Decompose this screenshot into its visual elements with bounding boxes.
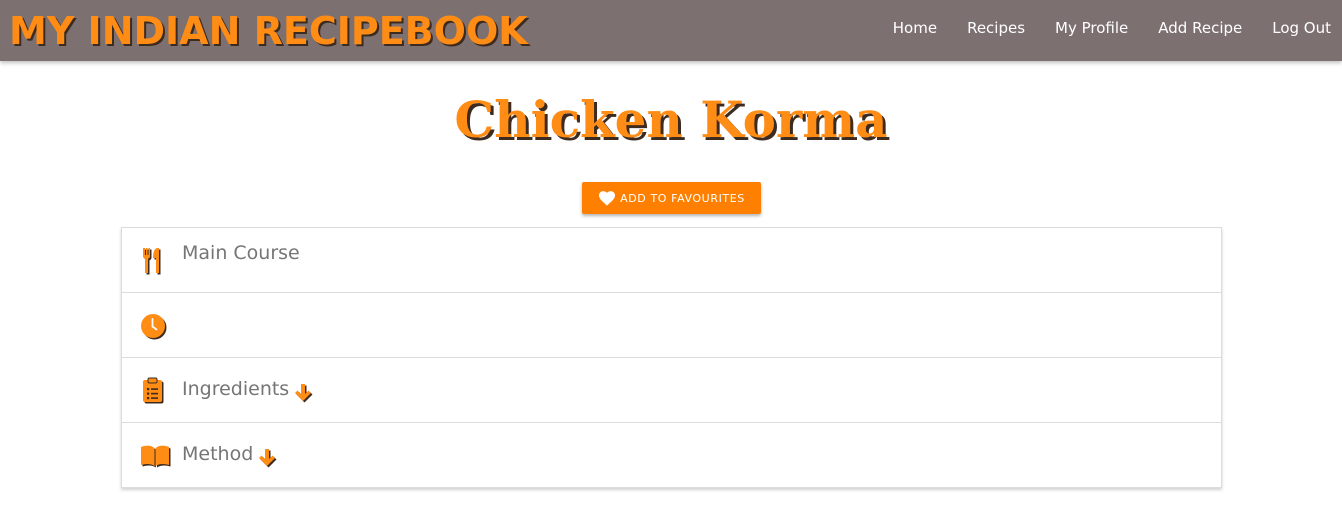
- nav-link-log-out[interactable]: Log Out: [1272, 19, 1331, 37]
- arrow-down-icon[interactable]: [293, 382, 317, 406]
- navbar: MY INDIAN RECIPEBOOK Home Recipes My Pro…: [0, 0, 1342, 61]
- ingredients-label: Ingredients: [182, 372, 317, 406]
- cutlery-icon: [140, 247, 168, 275]
- detail-row-category: Main Course: [122, 228, 1221, 293]
- nav-link-home[interactable]: Home: [893, 19, 937, 37]
- detail-row-time: [122, 293, 1221, 358]
- method-text: Method: [182, 443, 254, 465]
- nav-link-my-profile[interactable]: My Profile: [1055, 19, 1128, 37]
- ingredients-text: Ingredients: [182, 378, 290, 400]
- brand-logo[interactable]: MY INDIAN RECIPEBOOK: [9, 9, 528, 53]
- nav-link-add-recipe[interactable]: Add Recipe: [1158, 19, 1242, 37]
- category-label: Main Course: [182, 242, 300, 264]
- recipe-details-card: Main Course Ingredients Method: [121, 227, 1222, 488]
- clock-icon: [140, 313, 168, 341]
- recipe-title: Chicken Korma: [454, 90, 888, 149]
- book-open-icon: [140, 443, 171, 471]
- detail-row-method[interactable]: Method: [122, 423, 1221, 487]
- add-to-favourites-label: ADD TO FAVOURITES: [620, 191, 745, 205]
- nav-links: Home Recipes My Profile Add Recipe Log O…: [893, 0, 1331, 56]
- arrow-down-icon[interactable]: [257, 447, 281, 471]
- method-label: Method: [182, 437, 281, 471]
- add-to-favourites-button[interactable]: ADD TO FAVOURITES: [582, 182, 761, 214]
- nav-link-recipes[interactable]: Recipes: [967, 19, 1025, 37]
- clipboard-list-icon: [140, 377, 168, 405]
- detail-row-ingredients[interactable]: Ingredients: [122, 358, 1221, 423]
- heart-icon: [598, 190, 616, 206]
